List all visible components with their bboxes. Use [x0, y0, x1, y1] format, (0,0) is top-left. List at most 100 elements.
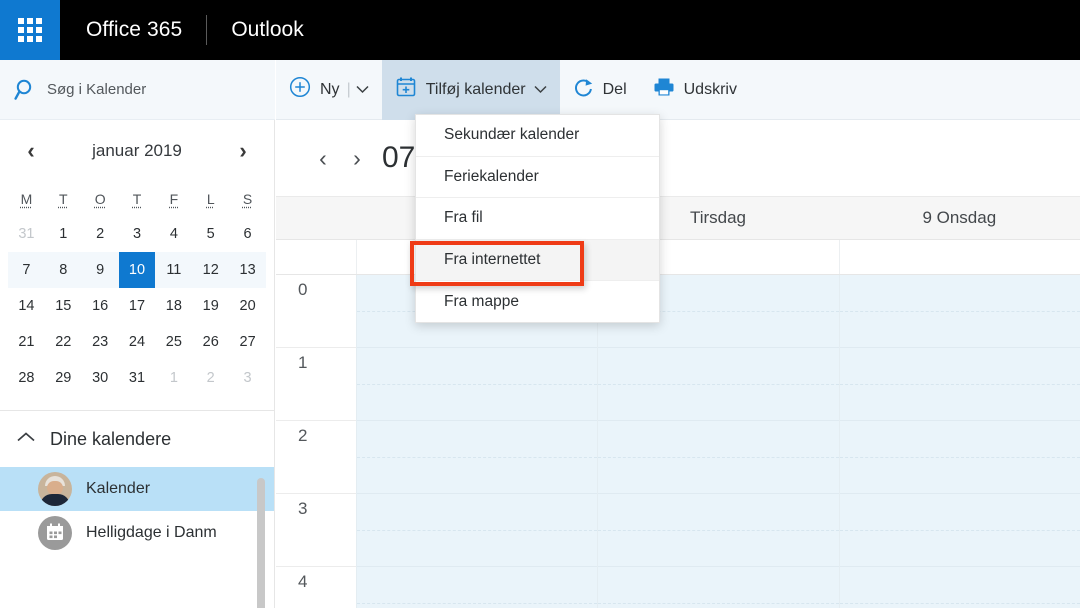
- mini-day[interactable]: 3: [119, 216, 156, 252]
- mini-day[interactable]: 15: [45, 288, 82, 324]
- mini-day[interactable]: 3: [229, 360, 266, 396]
- mini-day[interactable]: 28: [8, 360, 45, 396]
- mini-calendar-next-icon[interactable]: ›: [230, 140, 256, 162]
- menu-item-fra-mappe[interactable]: Fra mappe: [416, 281, 659, 323]
- mini-day[interactable]: 1: [155, 360, 192, 396]
- calendar-navigation: ‹ › 07: [276, 120, 1080, 196]
- chevron-down-icon[interactable]: [534, 83, 547, 97]
- calendar-list-item-kalender[interactable]: Kalender: [0, 467, 274, 511]
- add-calendar-button[interactable]: Tilføj kalender: [381, 59, 560, 120]
- mini-day[interactable]: 13: [229, 252, 266, 288]
- share-icon: [573, 77, 594, 103]
- mini-day[interactable]: 26: [192, 324, 229, 360]
- mini-day[interactable]: 18: [155, 288, 192, 324]
- time-gutter: 0 1 2 3 4: [276, 275, 356, 608]
- chevron-up-icon: [16, 430, 36, 448]
- hour-cell[interactable]: [598, 567, 839, 608]
- mini-day[interactable]: 4: [155, 216, 192, 252]
- mini-day[interactable]: 1: [45, 216, 82, 252]
- hour-cell[interactable]: [357, 494, 598, 567]
- mini-day[interactable]: 20: [229, 288, 266, 324]
- hour-cell[interactable]: [357, 421, 598, 494]
- share-button[interactable]: Del: [560, 60, 640, 120]
- mini-day[interactable]: 5: [192, 216, 229, 252]
- mini-day[interactable]: 7: [8, 252, 45, 288]
- hour-cell[interactable]: [839, 567, 1080, 608]
- calendar-range-title: 07: [382, 141, 416, 174]
- menu-item-fra-fil[interactable]: Fra fil: [416, 198, 659, 240]
- mini-day[interactable]: 25: [155, 324, 192, 360]
- mini-day[interactable]: 21: [8, 324, 45, 360]
- menu-item-feriekalender[interactable]: Feriekalender: [416, 157, 659, 198]
- mini-day[interactable]: 19: [192, 288, 229, 324]
- menu-item-sekundaer-kalender[interactable]: Sekundær kalender: [416, 115, 659, 157]
- print-label: Udskriv: [683, 80, 737, 98]
- app-launcher-grid-icon: [18, 18, 42, 42]
- mini-day[interactable]: 23: [82, 324, 119, 360]
- mini-day[interactable]: 29: [45, 360, 82, 396]
- mini-day[interactable]: 8: [44, 252, 82, 288]
- add-calendar-label: Tilføj kalender: [425, 80, 526, 98]
- hour-cell[interactable]: [839, 494, 1080, 567]
- mini-dow: M: [20, 191, 33, 207]
- new-event-button[interactable]: Ny |: [276, 60, 382, 120]
- search-icon[interactable]: [11, 78, 41, 102]
- day-column[interactable]: [356, 275, 598, 608]
- mini-day[interactable]: 27: [229, 324, 266, 360]
- mini-day[interactable]: 22: [45, 324, 82, 360]
- mini-day[interactable]: 6: [229, 216, 266, 252]
- mini-day[interactable]: 16: [82, 288, 119, 324]
- brand-office365: Office 365: [86, 18, 183, 41]
- all-day-cell[interactable]: [838, 240, 1080, 274]
- day-column[interactable]: [838, 275, 1080, 608]
- share-label: Del: [602, 80, 627, 98]
- hour-cell[interactable]: [357, 348, 598, 421]
- calendar-prev-icon[interactable]: ‹: [306, 145, 340, 172]
- day-header[interactable]: 9 Onsdag: [839, 197, 1080, 239]
- left-rail: ‹ januar 2019 › M T O T F L S 31 1 2 3 4…: [0, 120, 275, 608]
- mini-day[interactable]: 31: [8, 216, 45, 252]
- hour-cell[interactable]: [357, 567, 598, 608]
- new-split-separator: |: [346, 80, 351, 98]
- hour-cell[interactable]: [839, 275, 1080, 348]
- mini-day-today[interactable]: 10: [118, 252, 156, 288]
- mini-dow: O: [94, 191, 106, 207]
- mini-calendar-prev-icon[interactable]: ‹: [18, 140, 44, 162]
- calendar-group-header[interactable]: Dine kalendere: [0, 411, 274, 467]
- mini-day[interactable]: 30: [82, 360, 119, 396]
- print-button[interactable]: Udskriv: [640, 60, 750, 120]
- app-name-outlook[interactable]: Outlook: [207, 18, 303, 42]
- mini-day[interactable]: 31: [119, 360, 156, 396]
- time-label: 1: [276, 348, 356, 421]
- mini-day[interactable]: 2: [192, 360, 229, 396]
- calendar-list-item-helligdage[interactable]: Helligdage i Danm: [0, 511, 274, 555]
- mini-day[interactable]: 24: [119, 324, 156, 360]
- chevron-down-icon[interactable]: [356, 81, 369, 99]
- mini-day[interactable]: 9: [81, 252, 119, 288]
- hour-cell[interactable]: [598, 494, 839, 567]
- hour-cell[interactable]: [839, 421, 1080, 494]
- time-label: 4: [276, 567, 356, 608]
- day-header-row: 7 Man Tirsdag 9 Onsdag: [276, 196, 1080, 240]
- calendar-group-title: Dine kalendere: [50, 428, 172, 449]
- mini-day[interactable]: 2: [82, 216, 119, 252]
- mini-day[interactable]: 11: [155, 252, 193, 288]
- time-gutter-spacer: [276, 197, 356, 239]
- calendar-main: ‹ › 07 7 Man Tirsdag 9 Onsdag 0 1 2 3 4: [276, 120, 1080, 608]
- sidebar-scrollbar[interactable]: [257, 478, 265, 608]
- app-launcher-button[interactable]: [0, 0, 60, 60]
- mini-calendar-title: januar 2019: [92, 141, 182, 160]
- mini-day[interactable]: 14: [8, 288, 45, 324]
- calendar-next-icon[interactable]: ›: [340, 145, 374, 172]
- search-input[interactable]: [47, 72, 247, 107]
- calendar-list-label: Helligdage i Danm: [86, 524, 217, 541]
- hour-cell[interactable]: [598, 421, 839, 494]
- menu-item-fra-internettet[interactable]: Fra internettet: [416, 239, 659, 281]
- mini-dow: F: [169, 191, 179, 207]
- hour-cell[interactable]: [598, 348, 839, 421]
- mini-day[interactable]: 12: [192, 252, 230, 288]
- all-day-row: [276, 240, 1080, 275]
- hour-cell[interactable]: [839, 348, 1080, 421]
- day-column[interactable]: [597, 275, 839, 608]
- mini-day[interactable]: 17: [119, 288, 156, 324]
